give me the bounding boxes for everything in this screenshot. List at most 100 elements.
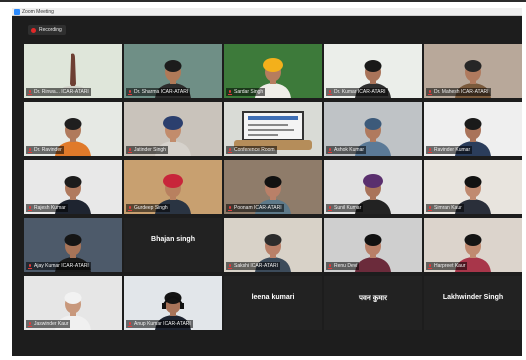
participant-tile[interactable]: Jaswinder Kaur <box>24 276 122 330</box>
participant-name-text: Jatinder Singh <box>134 147 166 153</box>
participant-tile[interactable]: Dr. Rinwa... ICAR-ATARI <box>24 44 122 98</box>
participant-name-text: Poonam ICAR-ATARI <box>234 205 282 211</box>
participant-name-text: Dr. Ravinder <box>34 147 62 153</box>
muted-mic-icon <box>228 89 232 95</box>
video-background <box>424 276 522 330</box>
participant-tile[interactable]: Anup Kumar ICAR-ATARI <box>124 276 222 330</box>
participant-name-text: Conference Room <box>234 147 275 153</box>
muted-mic-icon <box>428 205 432 211</box>
muted-mic-icon <box>328 205 332 211</box>
muted-mic-icon <box>228 263 232 269</box>
record-dot-icon <box>31 27 36 33</box>
recording-label: Recording <box>39 27 62 33</box>
participant-name-label: Ajay Kumar ICAR-ATARI <box>26 262 91 270</box>
participant-name-text: Gurdeep Singh <box>134 205 168 211</box>
participant-name-label: Sunil Kumar <box>326 204 364 212</box>
participant-name-text: Anup Kumar ICAR-ATARI <box>134 321 191 327</box>
recording-indicator[interactable]: Recording <box>28 25 66 35</box>
participant-tile[interactable]: Ashok Kumar <box>324 102 422 156</box>
muted-mic-icon <box>28 321 32 327</box>
participant-name-label: Ravinder Kumar <box>426 146 473 154</box>
participant-tile[interactable]: Ajay Kumar ICAR-ATARI <box>24 218 122 272</box>
window-title: Zoom Meeting <box>22 9 54 15</box>
participant-name-label: Ashok Kumar <box>326 146 367 154</box>
participant-name-center: leena kumari <box>251 294 295 301</box>
participant-tile[interactable]: Poonam ICAR-ATARI <box>224 160 322 214</box>
participant-tile[interactable]: Sunil Kumar <box>324 160 422 214</box>
video-background <box>224 276 322 330</box>
participant-name-label: Jatinder Singh <box>126 146 168 154</box>
participant-tile[interactable]: Conference Room <box>224 102 322 156</box>
muted-mic-icon <box>28 205 32 211</box>
top-rule <box>0 0 526 2</box>
participant-name-label: Harpreet Kaur <box>426 262 468 270</box>
participant-name-label: Rajesh Kumar <box>26 204 68 212</box>
participant-name-center: Lakhwinder Singh <box>442 294 504 301</box>
participant-name-text: Jaswinder Kaur <box>34 321 69 327</box>
muted-mic-icon <box>28 89 32 95</box>
muted-mic-icon <box>228 147 232 153</box>
projector-screen <box>242 111 304 141</box>
muted-mic-icon <box>328 147 332 153</box>
participant-name-text: Dr. Sharma ICAR-ATARI <box>134 89 189 95</box>
participant-name-label: Dr. Ravinder <box>26 146 64 154</box>
participant-name-label: Dr. Mahesh ICAR-ATARI <box>426 88 491 96</box>
muted-mic-icon <box>128 89 132 95</box>
participant-name-label: Dr. Sharma ICAR-ATARI <box>126 88 191 96</box>
participant-name-center: पवन कुमार <box>359 295 387 302</box>
participant-name-label: Jaswinder Kaur <box>26 320 71 328</box>
participant-tile[interactable]: leena kumari <box>224 276 322 330</box>
zoom-window: Zoom Meeting Recording Dr. Rinwa... ICAR… <box>12 8 522 356</box>
participant-name-label: Conference Room <box>226 146 277 154</box>
participant-name-center: Bhajan singh <box>151 236 195 243</box>
participant-name-label: Anup Kumar ICAR-ATARI <box>126 320 193 328</box>
muted-mic-icon <box>28 147 32 153</box>
participant-name-text: Renu Devi <box>334 263 358 269</box>
participant-name-label: Dr. Kumar ICAR-ATARI <box>326 88 388 96</box>
participant-tile[interactable]: Dr. Kumar ICAR-ATARI <box>324 44 422 98</box>
participant-tile[interactable]: Simran Kaur <box>424 160 522 214</box>
muted-mic-icon <box>128 205 132 211</box>
participant-name-label: Renu Devi <box>326 262 360 270</box>
participant-name-text: Rajesh Kumar <box>34 205 66 211</box>
participant-name-label: Simran Kaur <box>426 204 464 212</box>
muted-mic-icon <box>28 263 32 269</box>
participant-tile[interactable]: Rajesh Kumar <box>24 160 122 214</box>
participant-name-label: Sakshi ICAR-ATARI <box>226 262 280 270</box>
participant-tile[interactable]: Dr. Mahesh ICAR-ATARI <box>424 44 522 98</box>
muted-mic-icon <box>428 89 432 95</box>
participant-tile[interactable]: Lakhwinder Singh <box>424 276 522 330</box>
muted-mic-icon <box>328 89 332 95</box>
participant-name-label: Gurdeep Singh <box>126 204 170 212</box>
window-titlebar: Zoom Meeting <box>12 8 522 16</box>
zoom-app-icon <box>14 9 20 15</box>
participant-name-text: Harpreet Kaur <box>434 263 466 269</box>
muted-mic-icon <box>328 263 332 269</box>
participant-tile[interactable]: Ravinder Kumar <box>424 102 522 156</box>
participant-name-label: Dr. Rinwa... ICAR-ATARI <box>26 88 91 96</box>
participant-name-label: Sardar Singh <box>226 88 266 96</box>
muted-mic-icon <box>428 263 432 269</box>
participant-name-text: Sardar Singh <box>234 89 264 95</box>
participant-tile[interactable]: Dr. Ravinder <box>24 102 122 156</box>
muted-mic-icon <box>228 205 232 211</box>
participant-name-text: Dr. Mahesh ICAR-ATARI <box>434 89 489 95</box>
video-background <box>324 276 422 330</box>
participant-tile[interactable]: Bhajan singh <box>124 218 222 272</box>
muted-mic-icon <box>128 321 132 327</box>
participant-name-text: Dr. Rinwa... ICAR-ATARI <box>34 89 89 95</box>
muted-mic-icon <box>128 147 132 153</box>
participant-tile[interactable]: पवन कुमार <box>324 276 422 330</box>
participant-name-label: Poonam ICAR-ATARI <box>226 204 284 212</box>
participant-tile[interactable]: Renu Devi <box>324 218 422 272</box>
participant-name-text: Dr. Kumar ICAR-ATARI <box>334 89 386 95</box>
participant-name-text: Ajay Kumar ICAR-ATARI <box>34 263 89 269</box>
participant-tile[interactable]: Dr. Sharma ICAR-ATARI <box>124 44 222 98</box>
muted-mic-icon <box>428 147 432 153</box>
participant-name-text: Ashok Kumar <box>334 147 365 153</box>
participant-tile[interactable]: Harpreet Kaur <box>424 218 522 272</box>
participant-tile[interactable]: Gurdeep Singh <box>124 160 222 214</box>
participant-tile[interactable]: Jatinder Singh <box>124 102 222 156</box>
participant-tile[interactable]: Sardar Singh <box>224 44 322 98</box>
participant-tile[interactable]: Sakshi ICAR-ATARI <box>224 218 322 272</box>
